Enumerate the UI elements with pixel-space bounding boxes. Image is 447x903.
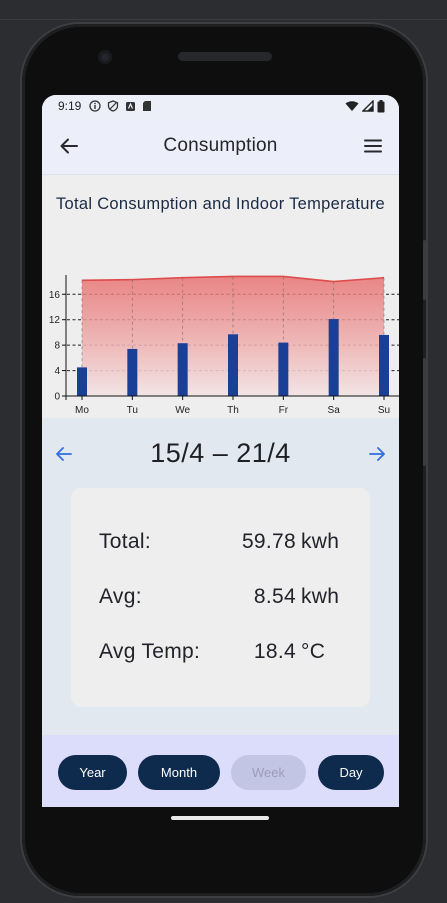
power-button (423, 240, 426, 300)
app-bar: Consumption (42, 117, 399, 175)
bar-Su (379, 334, 389, 396)
consumption-chart: Total Consumption and Indoor Temperature… (42, 175, 399, 418)
total-row: Total: 59.78 kwh (99, 530, 344, 558)
bar-Tu (127, 348, 138, 396)
page-title: Consumption (163, 134, 278, 156)
total-unit: kwh (301, 530, 340, 553)
bar-Fr (278, 342, 289, 396)
week-button[interactable]: Week (231, 755, 306, 790)
week-range-label: 15/4 – 21/4 (150, 438, 291, 468)
x-tick-label-Mo: Mo (75, 405, 89, 416)
info-icon (89, 100, 102, 112)
total-value: 59.78 (241, 530, 296, 553)
front-camera (98, 50, 112, 64)
x-tick-label-Sa: Sa (328, 405, 341, 416)
month-button[interactable]: Month (138, 755, 220, 790)
gesture-nav-handle[interactable] (171, 816, 269, 820)
earpiece-speaker (178, 52, 272, 61)
arrow-left-icon[interactable] (58, 135, 80, 157)
bar-Sa (328, 319, 339, 396)
status-bar: 9:19 (42, 95, 399, 117)
host-window-strip (0, 0, 447, 20)
y-tick-label-4: 4 (54, 366, 60, 377)
chart-canvas: 0 4 8 12 16 Mo Tu We Th Fr Sa Su (49, 275, 399, 416)
bar-Th (228, 334, 238, 396)
x-tick-label-Tu: Tu (127, 405, 138, 416)
bar-Mo (77, 367, 87, 396)
avg-row: Avg: 8.54 kwh (99, 585, 344, 613)
avg-unit: kwh (301, 585, 340, 608)
summary-card: Total: 59.78 kwh Avg: 8.54 kwh Avg Temp:… (71, 488, 370, 707)
week-navigator: 15/4 – 21/4 (42, 433, 399, 477)
x-tick-label-Fr: Fr (279, 405, 289, 416)
y-tick-label-0: 0 (54, 392, 60, 403)
year-button[interactable]: Year (58, 755, 127, 790)
day-button[interactable]: Day (318, 755, 384, 790)
x-tick-label-We: We (175, 405, 190, 416)
y-tick-label-8: 8 (54, 341, 60, 352)
avg-label: Avg: (99, 585, 142, 608)
avg-temp-unit: °C (301, 640, 326, 663)
sd-card-icon (143, 101, 152, 111)
status-time: 9:19 (58, 99, 82, 113)
x-tick-label-Su: Su (378, 405, 390, 416)
period-selector: Year Month Week Day (42, 735, 399, 807)
battery-icon (377, 99, 385, 112)
bar-We (177, 343, 188, 396)
avg-temp-value: 18.4 (253, 640, 296, 663)
avg-temp-row: Avg Temp: 18.4 °C (99, 640, 344, 668)
avg-temp-label: Avg Temp: (99, 640, 201, 663)
app-screen: 9:19 Consumption Total Consumption and I… (42, 95, 399, 807)
app-notification-icon (126, 101, 136, 111)
y-tick-label-12: 12 (49, 315, 61, 326)
total-label: Total: (99, 530, 151, 553)
next-week-arrow-icon[interactable] (366, 443, 388, 465)
wifi-icon (345, 101, 359, 111)
shield-icon (108, 100, 119, 112)
x-tick-label-Th: Th (227, 405, 239, 416)
volume-button (423, 358, 426, 466)
hamburger-menu-icon[interactable] (362, 135, 384, 157)
avg-value: 8.54 (253, 585, 296, 608)
cell-signal-icon (362, 100, 374, 112)
y-tick-label-16: 16 (49, 290, 61, 301)
